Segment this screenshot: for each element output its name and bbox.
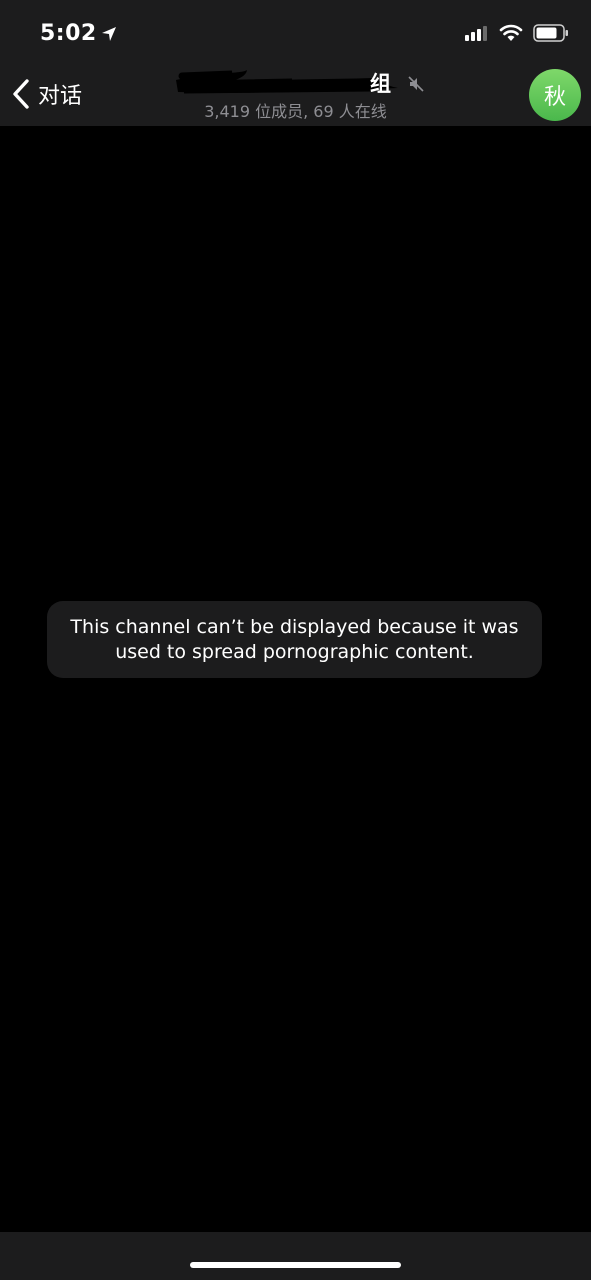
channel-blocked-notice: This channel can’t be displayed because … — [47, 601, 542, 678]
muted-speaker-icon — [408, 76, 424, 92]
status-time: 5:02 — [40, 21, 117, 46]
chat-title[interactable]: 组 — [170, 68, 430, 98]
member-count: 3,419 位成员, 69 人在线 — [204, 102, 387, 121]
status-icons — [465, 24, 569, 42]
status-bar: 5:02 — [0, 0, 591, 62]
avatar[interactable]: 秋 — [529, 69, 581, 121]
avatar-initial: 秋 — [543, 85, 566, 110]
redaction-scribble — [176, 70, 398, 94]
location-arrow-icon — [101, 26, 116, 41]
battery-icon — [533, 24, 568, 42]
notice-message: This channel can’t be displayed because … — [70, 615, 519, 663]
clock-text: 5:02 — [40, 21, 97, 46]
chat-content-area: This channel can’t be displayed because … — [0, 126, 591, 1232]
cellular-signal-icon — [465, 26, 487, 41]
home-indicator[interactable] — [190, 1262, 401, 1268]
wifi-icon — [499, 24, 523, 41]
chat-title-tail: 组 — [370, 72, 391, 96]
navigation-bar: 对话 组 3,419 位成员, 69 人在线 秋 — [0, 62, 591, 126]
bottom-bar — [0, 1232, 591, 1280]
